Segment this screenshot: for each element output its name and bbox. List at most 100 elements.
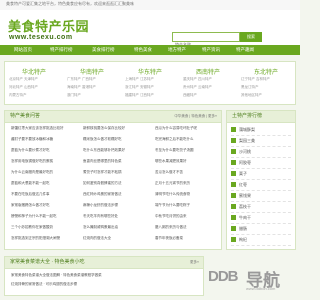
rank-item-name[interactable]: 腊肠 bbox=[239, 224, 247, 233]
region-link-line[interactable]: 澳门特产 bbox=[67, 93, 119, 98]
nav-item-home[interactable]: 网站首页 bbox=[14, 45, 32, 55]
qa-article-link[interactable]: 螃蟹和柿子为什么不能一起吃 bbox=[11, 214, 77, 219]
qa-article-link[interactable]: 端午节为什么要吃粽子 bbox=[155, 203, 217, 208]
recipe-line[interactable]: 家常美食特色菜谱大全做法图解 · 特色美食菜谱教程学做菜 bbox=[11, 273, 199, 278]
rank-item-name[interactable]: 阿胶枣 bbox=[239, 158, 251, 167]
qa-article-link[interactable]: 腊八粥的来历与做法 bbox=[155, 225, 217, 230]
region-title[interactable]: 华东特产 bbox=[121, 67, 179, 76]
recipe-panel: 家常美食菜谱大全 · 特色美食小吃 更多» 家常美食特色菜谱大全做法图解 · 特… bbox=[4, 256, 204, 296]
qa-article-link[interactable]: 酱肘子要不要放冰糖和冰糖 bbox=[11, 137, 77, 142]
region-link-line[interactable]: 辽宁特产 吉林特产 bbox=[241, 77, 293, 82]
rank-row[interactable]: 蒲城酥梨 bbox=[231, 125, 291, 136]
rank-row[interactable]: 牛肉干 bbox=[231, 213, 291, 224]
qa-article-link[interactable]: 新疆红枣大家应该怎样挑选比较好 bbox=[11, 126, 77, 131]
rank-item-name[interactable]: 红枣 bbox=[239, 180, 247, 189]
qa-article-link[interactable]: 春节年夜饭必备菜 bbox=[155, 236, 217, 241]
qa-article-link[interactable]: 怎样用电饭锅做好吃的蛋糕 bbox=[11, 159, 77, 164]
region-link-line[interactable]: 上海特产 江苏特产 bbox=[125, 77, 177, 82]
region-east: 华东特产 上海特产 江苏特产 浙江特产 安徽特产 福建特产 江西特产 bbox=[121, 64, 179, 104]
search-field[interactable] bbox=[172, 32, 240, 49]
qa-article-link[interactable]: 冬至为什么要吃饺子汤圆 bbox=[155, 148, 217, 153]
region-link-line[interactable]: 内蒙古特产 bbox=[9, 93, 61, 98]
qa-article-link[interactable]: 中秋节吃月饼的由来 bbox=[155, 214, 217, 219]
region-link-line[interactable]: 浙江特产 安徽特产 bbox=[125, 85, 177, 90]
nav-item-local-specialty[interactable]: 地方特产 bbox=[168, 45, 186, 55]
search-button[interactable]: 搜索 bbox=[240, 32, 262, 42]
qa-article-link[interactable]: 如何鉴别真假蜂蜜的方法 bbox=[83, 181, 149, 186]
region-link-line[interactable]: 其他地区特产 bbox=[241, 93, 293, 98]
rank-row[interactable]: 荔枝干 bbox=[231, 202, 291, 213]
qa-article-link[interactable]: 怎么腌制咸鸭蛋最出油 bbox=[83, 225, 149, 230]
rank-bullet-icon bbox=[231, 149, 236, 154]
rank-panel: 土特产排行榜 蒲城酥梨梨园三美沙河桃阿胶枣栗子红枣蜜饯果荔枝干牛肉干腊肠枸杞 bbox=[226, 110, 296, 250]
qa-article-link[interactable]: 苦瓜怎么做才不苦 bbox=[155, 170, 217, 175]
qa-article-link[interactable]: 哪些水果减肥效果好 bbox=[155, 159, 217, 164]
qa-article-link[interactable]: 正月十五元宵节的来历 bbox=[155, 181, 217, 186]
qa-article-link[interactable]: 鱼香肉丝是哪里的特色菜 bbox=[83, 159, 149, 164]
qa-article-link[interactable]: 三个小妙招教你在家做酸奶 bbox=[11, 225, 77, 230]
qa-article-link[interactable]: 清明节吃什么传统食物 bbox=[155, 192, 217, 197]
region-link-line[interactable]: 贵州特产 云南特产 bbox=[183, 85, 235, 90]
nav-item-news[interactable]: 特产资讯 bbox=[202, 45, 220, 55]
region-title[interactable]: 华南特产 bbox=[63, 67, 121, 76]
rank-row[interactable]: 梨园三美 bbox=[231, 136, 291, 147]
nav-item-food-rank[interactable]: 美食排行榜 bbox=[92, 45, 115, 55]
rank-row[interactable]: 枸杞 bbox=[231, 235, 291, 246]
rank-item-name[interactable]: 沙河桃 bbox=[239, 147, 251, 156]
rank-row[interactable]: 红枣 bbox=[231, 180, 291, 191]
region-title[interactable]: 东北特产 bbox=[237, 67, 295, 76]
qa-article-link[interactable]: 吃什么东西能够补钙效果好 bbox=[83, 148, 149, 153]
qa-article-link[interactable]: 蘑菇和大葱能不能一起吃 bbox=[11, 181, 77, 186]
region-link-line[interactable]: 重庆特产 四川特产 bbox=[183, 77, 235, 82]
qa-article-link[interactable]: 新鲜核桃要怎么保存比较好 bbox=[83, 126, 149, 131]
qa-article-link[interactable]: 红烧肉的做法大全 bbox=[83, 236, 149, 241]
region-link-line[interactable]: 河北特产 山西特产 bbox=[9, 85, 61, 90]
rank-item-name[interactable]: 栗子 bbox=[239, 169, 247, 178]
region-link-line[interactable]: 广东特产 广西特产 bbox=[67, 77, 119, 82]
qa-article-link[interactable]: 怎样挑选到正宗的阳澄湖大闸蟹 bbox=[11, 236, 77, 241]
rank-bullet-icon bbox=[231, 171, 236, 176]
rank-item-name[interactable]: 牛肉干 bbox=[239, 213, 251, 222]
rank-item-name[interactable]: 梨园三美 bbox=[239, 136, 255, 145]
qa-panel: 特产美食问答 中华美食 | 特色美食 | 更多» 新疆红枣大家应该怎样挑选比较好… bbox=[4, 110, 222, 250]
region-link-line[interactable]: 福建特产 江西特产 bbox=[125, 93, 177, 98]
qa-article-link[interactable]: 冬天吃羊肉有哪些好处 bbox=[83, 214, 149, 219]
rank-item-name[interactable]: 蒲城酥梨 bbox=[239, 125, 255, 134]
recipe-panel-more[interactable]: 更多» bbox=[190, 257, 199, 268]
qa-article-link[interactable]: 西瓜为什么容易吃坏肚子呢 bbox=[155, 126, 217, 131]
top-info-text: 美食特产可爱汇集之地平台，特色美食应有尽有，欢迎来逛逛汇汇聚美味 bbox=[6, 1, 134, 6]
qa-article-link[interactable]: 吃完海鲜之后不能吃什么 bbox=[155, 137, 217, 142]
rank-row[interactable]: 阿胶枣 bbox=[231, 158, 291, 169]
rank-row[interactable]: 栗子 bbox=[231, 169, 291, 180]
rank-row[interactable]: 腊肠 bbox=[231, 224, 291, 235]
qa-panel-links[interactable]: 中华美食 | 特色美食 | 更多» bbox=[174, 111, 217, 122]
site-logo[interactable]: 美食特产乐园 bbox=[8, 16, 89, 35]
qa-article-link[interactable]: 西红柿炒鸡蛋的家常做法 bbox=[83, 192, 149, 197]
site-header: 美食特产乐园 www.tesexu.com 搜索 bbox=[0, 10, 300, 49]
rank-row[interactable]: 蜜饯果 bbox=[231, 191, 291, 202]
nav-item-specialty-rank[interactable]: 特产排行榜 bbox=[50, 45, 73, 55]
qa-article-link[interactable]: 糯米饭怎么做才软糯好吃 bbox=[83, 137, 149, 142]
rank-bullet-icon bbox=[231, 127, 236, 132]
region-title[interactable]: 西南特产 bbox=[179, 67, 237, 76]
qa-article-link[interactable]: 蘑菇为什么要炒煮才好吃 bbox=[11, 148, 77, 153]
nav-item-trivia[interactable]: 特产趣闻 bbox=[236, 45, 254, 55]
rank-item-name[interactable]: 荔枝干 bbox=[239, 202, 251, 211]
qa-article-link[interactable]: 煮饺子时怎样才能不粘锅 bbox=[83, 170, 149, 175]
qa-article-link[interactable]: 家常版猪蹄怎么做才好吃 bbox=[11, 203, 77, 208]
rank-row[interactable]: 沙河桃 bbox=[231, 147, 291, 158]
qa-article-link[interactable]: 不要在吃饭后做这几件事 bbox=[11, 192, 77, 197]
region-link-line[interactable]: 西藏特产 bbox=[183, 93, 235, 98]
region-link-line[interactable]: 海南特产 香港特产 bbox=[67, 85, 119, 90]
region-link-line[interactable]: 北京特产 天津特产 bbox=[9, 77, 61, 82]
recipe-line[interactable]: 红烧排骨的家常做法 · 可乐鸡翅的做法步骤 bbox=[11, 282, 199, 287]
rank-item-name[interactable]: 枸杞 bbox=[239, 235, 247, 244]
qa-article-link[interactable]: 为什么云南腊肉是最好吃的 bbox=[11, 170, 77, 175]
nav-item-featured-food[interactable]: 特色美食 bbox=[134, 45, 152, 55]
rank-item-name[interactable]: 蜜饯果 bbox=[239, 191, 251, 200]
region-link-line[interactable]: 黑龙江特产 bbox=[241, 85, 293, 90]
watermark-mark: DDB bbox=[208, 268, 238, 285]
rank-panel-header: 土特产排行榜 bbox=[227, 111, 295, 123]
region-title[interactable]: 华北特产 bbox=[5, 67, 63, 76]
qa-article-link[interactable]: 麻辣小龙虾的做法步骤 bbox=[83, 203, 149, 208]
